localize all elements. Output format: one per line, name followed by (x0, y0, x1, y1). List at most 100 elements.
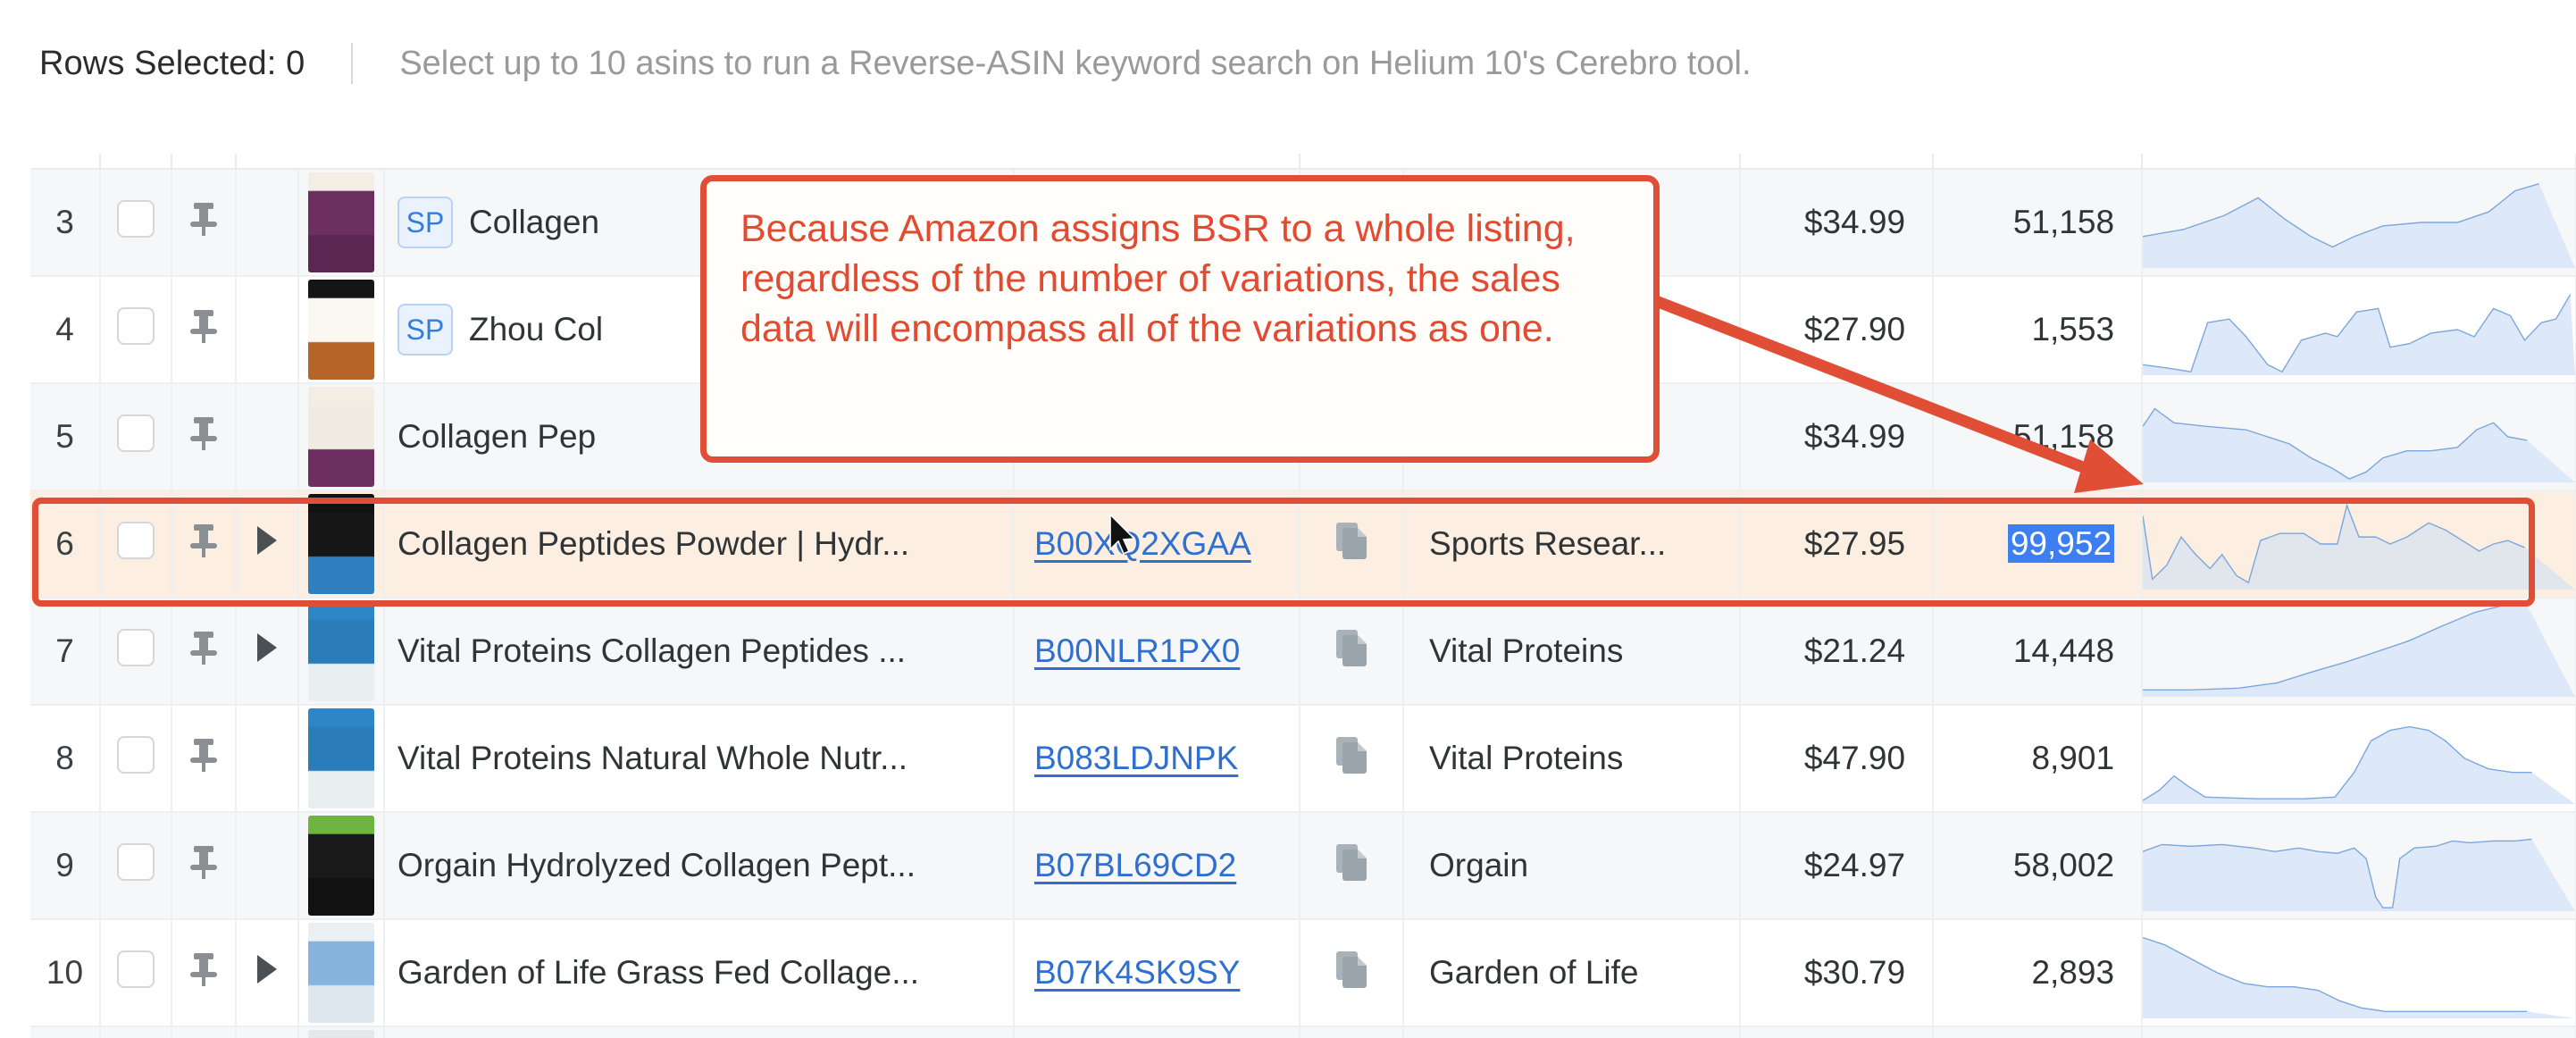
row-sales-graph-cell[interactable] (2142, 276, 2576, 384)
copy-icon[interactable] (1334, 950, 1368, 996)
row-checkbox-cell[interactable] (100, 276, 172, 384)
row-image-cell[interactable] (298, 169, 385, 277)
row-image-cell[interactable] (298, 383, 385, 491)
product-thumbnail[interactable] (308, 1030, 374, 1038)
product-thumbnail[interactable] (308, 601, 374, 701)
product-thumbnail[interactable] (308, 280, 374, 380)
product-thumbnail[interactable] (308, 172, 374, 272)
asin-link[interactable]: B07BL69CD2 (1034, 847, 1236, 883)
row-checkbox[interactable] (117, 521, 155, 559)
sponsored-badge[interactable]: SP (397, 197, 453, 248)
product-title[interactable]: Garden of Life Grass Fed Collage... (397, 954, 919, 992)
asin-link[interactable]: B00NLR1PX0 (1034, 632, 1240, 669)
product-title[interactable]: Collagen Pep (397, 418, 596, 456)
row-title-cell[interactable]: Vital Proteins Collagen Peptides ... (384, 598, 1015, 706)
row-expand-cell[interactable] (236, 919, 299, 1027)
row-sales-cell[interactable]: 2,893 (1933, 919, 2144, 1027)
table-row[interactable]: 7 Vital Proteins Collagen Peptides ... B00… (30, 598, 2576, 706)
row-sales-cell[interactable]: 1,553 (1933, 276, 2144, 384)
row-sales-graph-cell[interactable] (2142, 705, 2576, 813)
row-sales-graph-cell[interactable] (2142, 598, 2576, 706)
row-checkbox[interactable] (117, 842, 155, 881)
sponsored-badge[interactable]: SP (397, 304, 453, 356)
row-title-cell[interactable]: Orgain Hydrolyzed Collagen Pept... (384, 812, 1015, 920)
row-pin-cell[interactable] (171, 598, 237, 706)
row-image-cell[interactable] (298, 919, 385, 1027)
row-sales-graph-cell[interactable] (2142, 1026, 2576, 1038)
row-checkbox-cell[interactable] (100, 383, 172, 491)
asin-link[interactable]: B00XQ2XGAA (1034, 525, 1251, 562)
row-sales-cell[interactable]: 99,952 (1933, 490, 2144, 599)
table-row[interactable]: 10 Garden of Life Grass Fed Collage... B07… (30, 919, 2576, 1027)
row-copy-cell[interactable] (1300, 490, 1405, 599)
row-copy-cell[interactable] (1300, 705, 1405, 813)
row-image-cell[interactable] (298, 812, 385, 920)
row-sales-cell[interactable]: 51,158 (1933, 383, 2144, 491)
pin-icon[interactable] (188, 844, 219, 880)
pin-icon[interactable] (188, 523, 219, 558)
product-thumbnail[interactable] (308, 816, 374, 916)
table-row[interactable]: 11 Premium Multi Collagen PowderB0896XRWR… (30, 1026, 2576, 1038)
row-asin-cell[interactable]: B00NLR1PX0 (1014, 598, 1301, 706)
row-image-cell[interactable] (298, 1026, 385, 1038)
table-row[interactable]: 8 Vital Proteins Natural Whole Nutr... B08… (30, 705, 2576, 813)
row-pin-cell[interactable] (171, 1026, 237, 1038)
row-image-cell[interactable] (298, 490, 385, 599)
expand-caret-icon[interactable] (257, 955, 277, 984)
product-title[interactable]: Collagen (469, 204, 599, 241)
pin-icon[interactable] (188, 737, 219, 773)
expand-caret-icon[interactable] (257, 633, 277, 662)
copy-icon[interactable] (1334, 522, 1368, 567)
row-expand-cell[interactable] (236, 812, 299, 920)
row-copy-cell[interactable] (1300, 812, 1405, 920)
row-checkbox[interactable] (117, 950, 155, 988)
row-sales-cell[interactable]: 51,158 (1933, 169, 2144, 277)
row-checkbox[interactable] (117, 199, 155, 238)
row-expand-cell[interactable] (236, 276, 299, 384)
row-title-cell[interactable]: Collagen Peptides Powder | Hydr... (384, 490, 1015, 599)
row-sales-cell[interactable]: 14,448 (1933, 598, 2144, 706)
row-checkbox[interactable] (117, 628, 155, 666)
row-expand-cell[interactable] (236, 490, 299, 599)
row-sales-cell[interactable]: 58,002 (1933, 812, 2144, 920)
row-checkbox-cell[interactable] (100, 490, 172, 599)
row-title-cell[interactable]: Garden of Life Grass Fed Collage... (384, 919, 1015, 1027)
row-asin-cell[interactable]: B0896XRWRT (1014, 1026, 1301, 1038)
row-sales-graph-cell[interactable] (2142, 383, 2576, 491)
row-expand-cell[interactable] (236, 383, 299, 491)
row-expand-cell[interactable] (236, 1026, 299, 1038)
row-copy-cell[interactable] (1300, 919, 1405, 1027)
row-pin-cell[interactable] (171, 705, 237, 813)
row-checkbox[interactable] (117, 306, 155, 345)
pin-icon[interactable] (188, 308, 219, 344)
row-image-cell[interactable] (298, 598, 385, 706)
row-checkbox-cell[interactable] (100, 919, 172, 1027)
row-checkbox[interactable] (117, 735, 155, 774)
row-pin-cell[interactable] (171, 812, 237, 920)
row-checkbox[interactable] (117, 414, 155, 452)
product-title[interactable]: Zhou Col (469, 311, 603, 348)
product-thumbnail[interactable] (308, 387, 374, 487)
row-image-cell[interactable] (298, 276, 385, 384)
product-thumbnail[interactable] (308, 708, 374, 808)
row-asin-cell[interactable]: B07BL69CD2 (1014, 812, 1301, 920)
row-pin-cell[interactable] (171, 383, 237, 491)
row-sales-graph-cell[interactable] (2142, 812, 2576, 920)
row-sales-graph-cell[interactable] (2142, 490, 2576, 599)
table-row[interactable]: 9 Orgain Hydrolyzed Collagen Pept... B07BL… (30, 812, 2576, 920)
copy-icon[interactable] (1334, 629, 1368, 674)
row-checkbox-cell[interactable] (100, 705, 172, 813)
product-thumbnail[interactable] (308, 923, 374, 1023)
row-expand-cell[interactable] (236, 705, 299, 813)
row-sales-cell[interactable]: 8,901 (1933, 705, 2144, 813)
asin-link[interactable]: B083LDJNPK (1034, 740, 1238, 776)
row-checkbox-cell[interactable] (100, 598, 172, 706)
row-sales-graph-cell[interactable] (2142, 919, 2576, 1027)
row-copy-cell[interactable] (1300, 1026, 1405, 1038)
pin-icon[interactable] (188, 415, 219, 451)
product-title[interactable]: Vital Proteins Collagen Peptides ... (397, 632, 906, 670)
pin-icon[interactable] (188, 951, 219, 987)
row-pin-cell[interactable] (171, 919, 237, 1027)
product-title[interactable]: Vital Proteins Natural Whole Nutr... (397, 740, 907, 777)
pin-icon[interactable] (188, 201, 219, 237)
